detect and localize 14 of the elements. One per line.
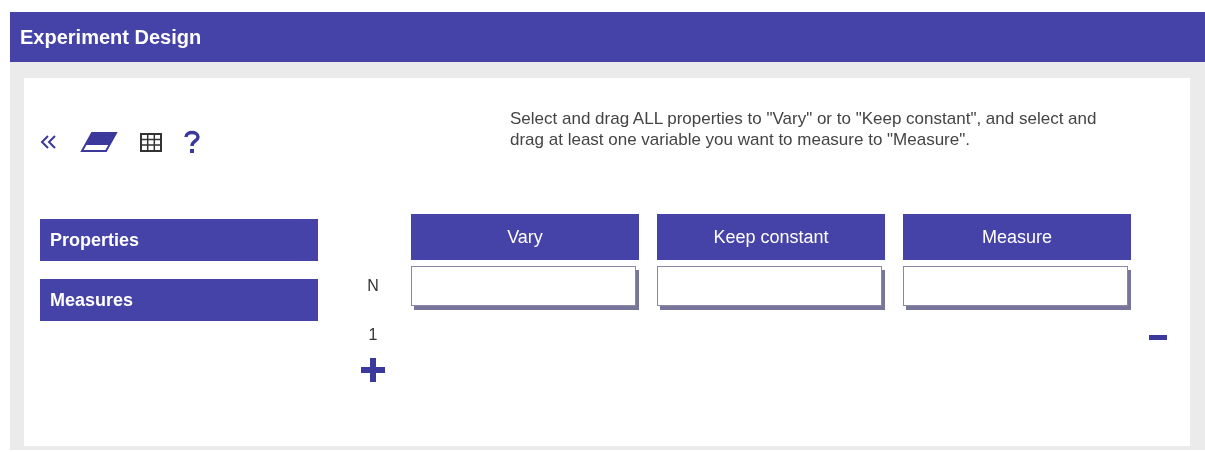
instruction-text: Select and drag ALL properties to "Vary" or to "Keep constant", and select and drag at least one variable you want to measure to "Measure". xyxy=(510,108,1098,150)
add-icon[interactable] xyxy=(361,358,385,382)
row-number: 1 xyxy=(368,325,378,344)
panel-button[interactable]: Measures xyxy=(40,279,318,321)
collapse-icon[interactable] xyxy=(40,134,58,150)
help-icon[interactable] xyxy=(184,130,200,154)
row-label: N xyxy=(367,277,379,295)
panel-button[interactable]: Properties xyxy=(40,219,318,261)
window-title: Experiment Design xyxy=(10,12,1205,62)
column-header: Vary xyxy=(411,214,639,260)
column-header: Keep constant xyxy=(657,214,885,260)
column-header: Measure xyxy=(903,214,1131,260)
eraser-icon[interactable] xyxy=(80,131,118,153)
table-icon[interactable] xyxy=(140,132,162,152)
